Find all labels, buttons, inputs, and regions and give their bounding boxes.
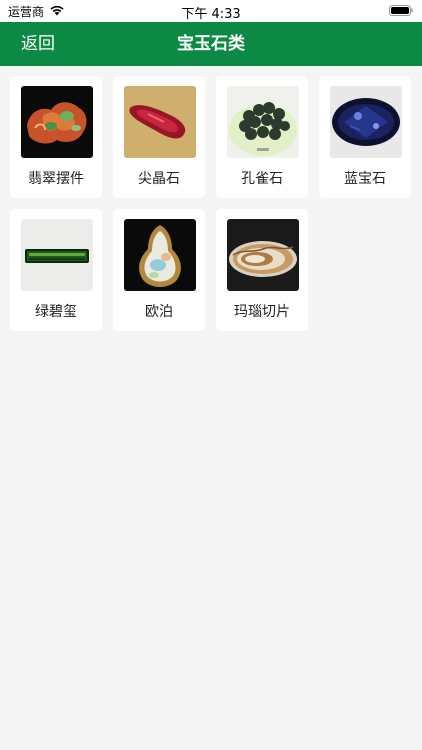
gem-card-opal[interactable]: 欧泊 — [113, 209, 205, 331]
green-tourmaline-photo — [21, 219, 93, 291]
gem-card-green-tourmaline[interactable]: 绿碧玺 — [10, 209, 102, 331]
gem-card-agate-slice[interactable]: 玛瑙切片 — [216, 209, 308, 331]
status-bar: 运营商 下午 4:33 — [0, 0, 422, 22]
gem-card-jadeite[interactable]: 翡翠摆件 — [10, 76, 102, 198]
battery-icon — [389, 5, 413, 16]
gem-label: 玛瑙切片 — [234, 304, 290, 320]
gem-label: 绿碧玺 — [35, 304, 77, 320]
gem-label: 翡翠摆件 — [28, 171, 84, 187]
gem-label: 欧泊 — [145, 304, 173, 320]
page-title: 宝玉石类 — [177, 34, 245, 54]
opal-photo — [124, 219, 196, 291]
gem-label: 蓝宝石 — [344, 171, 386, 187]
gem-label: 尖晶石 — [138, 171, 180, 187]
malachite-photo — [227, 86, 299, 158]
gem-card-spinel[interactable]: 尖晶石 — [113, 76, 205, 198]
navigation-bar: 宝玉石类 返回 — [0, 22, 422, 66]
gem-card-sapphire[interactable]: 蓝宝石 — [319, 76, 411, 198]
agate-slice-photo — [227, 219, 299, 291]
back-button[interactable]: 返回 — [21, 22, 55, 66]
gem-label: 孔雀石 — [241, 171, 283, 187]
gem-card-malachite[interactable]: 孔雀石 — [216, 76, 308, 198]
spinel-photo — [124, 86, 196, 158]
sapphire-photo — [330, 86, 402, 158]
jadeite-ornament-photo — [21, 86, 93, 158]
clock: 下午 4:33 — [181, 7, 241, 22]
